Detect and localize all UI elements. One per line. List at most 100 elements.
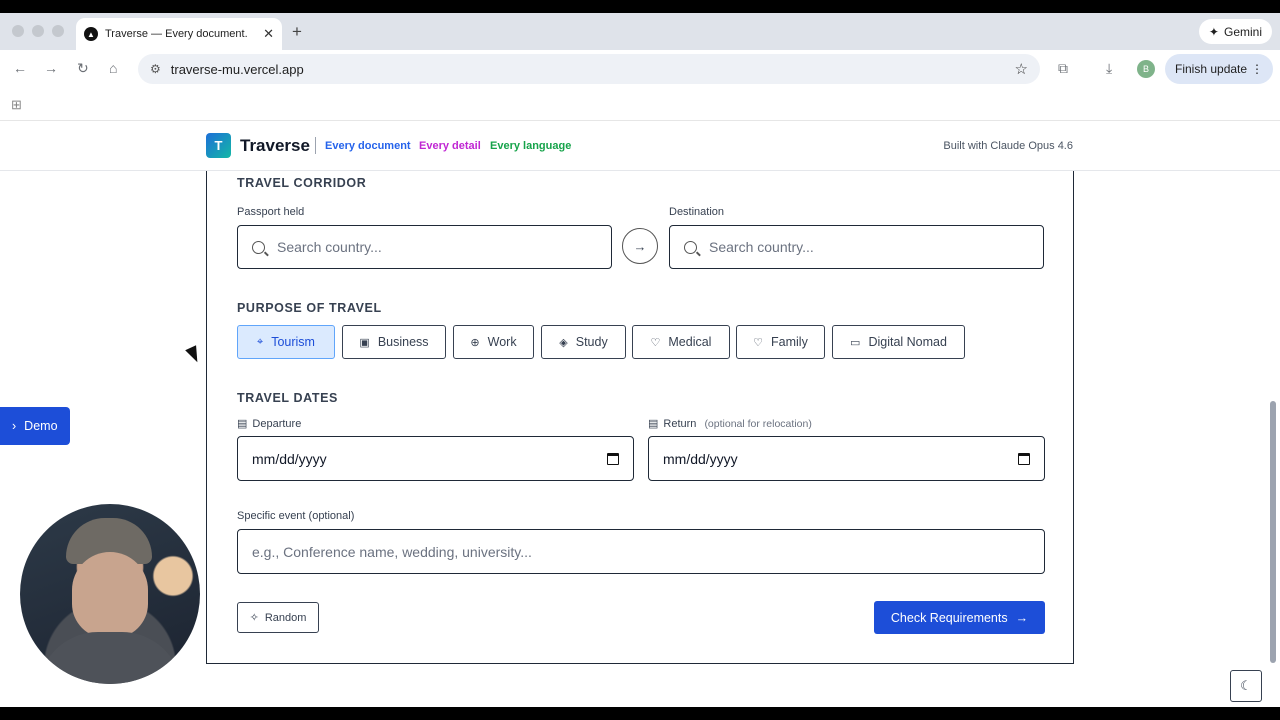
check-requirements-button[interactable]: Check Requirements → bbox=[874, 601, 1045, 634]
tagline-documents: Every document bbox=[325, 140, 411, 152]
event-input[interactable]: e.g., Conference name, wedding, universi… bbox=[237, 529, 1045, 574]
departure-label: ▤ Departure bbox=[237, 417, 302, 431]
laptop-icon: ▭ bbox=[850, 336, 861, 349]
check-requirements-label: Check Requirements bbox=[890, 610, 1008, 625]
tab-title: Traverse — Every document. bbox=[105, 28, 248, 40]
tagline-detail: Every detail bbox=[419, 140, 481, 152]
return-label: ▤ Return (optional for relocation) bbox=[648, 417, 812, 431]
chevron-right-icon: › bbox=[12, 419, 17, 433]
sparkles-icon: ✧ bbox=[249, 612, 259, 624]
calendar-picker-icon[interactable] bbox=[1018, 452, 1030, 465]
browser-window: ▲ Traverse — Every document. ✕ + ✦ Gemin… bbox=[0, 13, 1280, 707]
bookmark-star-icon[interactable]: ☆ bbox=[1015, 60, 1028, 78]
mouse-cursor-icon bbox=[185, 345, 203, 365]
address-bar[interactable]: ⚙ traverse-mu.vercel.app ☆ bbox=[138, 54, 1040, 84]
home-icon[interactable]: ⌂ bbox=[109, 60, 117, 76]
departure-label-text: Departure bbox=[252, 417, 302, 430]
logo[interactable]: T bbox=[206, 133, 231, 158]
url-text: traverse-mu.vercel.app bbox=[170, 61, 304, 77]
return-date-input[interactable]: mm/dd/yyyy bbox=[648, 436, 1045, 481]
arrow-right-icon: → bbox=[633, 238, 647, 254]
dark-mode-toggle[interactable]: ☾ bbox=[1230, 670, 1262, 702]
purpose-heading: PURPOSE OF TRAVEL bbox=[237, 301, 382, 315]
random-label: Random bbox=[264, 611, 307, 624]
back-icon[interactable]: ← bbox=[13, 60, 27, 76]
purpose-work-chip[interactable]: ⊕ Work bbox=[453, 325, 534, 359]
kebab-menu-icon[interactable]: ⋮ bbox=[1251, 62, 1263, 76]
sparkle-icon: ✦ bbox=[1208, 24, 1219, 39]
demo-button[interactable]: › Demo bbox=[0, 407, 70, 445]
browser-tab[interactable]: ▲ Traverse — Every document. ✕ bbox=[76, 18, 282, 50]
stethoscope-icon: ♡ bbox=[650, 336, 661, 349]
gemini-label: Gemini bbox=[1223, 24, 1262, 39]
lens-icon[interactable]: ⧉ bbox=[1058, 60, 1068, 77]
built-with-text: Built with Claude Opus 4.6 bbox=[943, 140, 1073, 152]
bookmarks-bar: ⊞ bbox=[0, 88, 1280, 121]
finish-update-label: Finish update bbox=[1175, 62, 1248, 76]
passport-label: Passport held bbox=[237, 206, 305, 218]
finish-update-button[interactable]: Finish update ⋮ bbox=[1165, 54, 1273, 84]
destination-label: Destination bbox=[669, 206, 725, 218]
chip-label: Digital Nomad bbox=[868, 335, 947, 349]
destination-placeholder: Search country... bbox=[709, 239, 814, 255]
random-button[interactable]: ✧ Random bbox=[237, 602, 319, 633]
arrow-right-icon: → bbox=[1015, 610, 1029, 625]
event-label: Specific event (optional) bbox=[237, 510, 355, 522]
purpose-family-chip[interactable]: ♡ Family bbox=[736, 325, 825, 359]
browser-toolbar: ← → ↻ ⌂ ⚙ traverse-mu.vercel.app ☆ ⧉ ⤓ B… bbox=[0, 50, 1280, 88]
return-date-value: mm/dd/yyyy bbox=[663, 450, 738, 467]
search-icon bbox=[252, 240, 265, 254]
chip-label: Tourism bbox=[271, 335, 315, 349]
passport-search-input[interactable]: Search country... bbox=[237, 225, 612, 269]
travel-form-card: TRAVEL CORRIDOR Passport held Search cou… bbox=[206, 171, 1074, 664]
chip-label: Business bbox=[377, 335, 429, 349]
scrollbar[interactable] bbox=[1270, 401, 1276, 663]
moon-icon: ☾ bbox=[1240, 678, 1252, 693]
departure-date-input[interactable]: mm/dd/yyyy bbox=[237, 436, 634, 481]
tagline-language: Every language bbox=[490, 140, 572, 152]
calendar-icon: ▤ bbox=[237, 418, 248, 430]
purpose-tourism-chip[interactable]: ⌖ Tourism bbox=[237, 325, 335, 359]
return-note: (optional for relocation) bbox=[704, 417, 812, 430]
heart-icon: ♡ bbox=[753, 336, 764, 349]
minimize-window-button[interactable] bbox=[32, 25, 44, 37]
demo-label: Demo bbox=[24, 419, 58, 433]
new-tab-icon[interactable]: + bbox=[292, 22, 302, 42]
graduation-cap-icon: ◈ bbox=[559, 336, 568, 349]
departure-date-value: mm/dd/yyyy bbox=[252, 450, 327, 467]
purpose-study-chip[interactable]: ◈ Study bbox=[541, 325, 626, 359]
chip-label: Medical bbox=[668, 335, 712, 349]
forward-icon[interactable]: → bbox=[44, 60, 58, 76]
brand-name[interactable]: Traverse bbox=[240, 136, 310, 156]
purpose-medical-chip[interactable]: ♡ Medical bbox=[632, 325, 730, 359]
travel-corridor-heading: TRAVEL CORRIDOR bbox=[237, 176, 367, 190]
site-info-icon[interactable]: ⚙ bbox=[150, 62, 161, 76]
favicon-icon: ▲ bbox=[84, 27, 98, 41]
close-tab-icon[interactable]: ✕ bbox=[263, 26, 274, 42]
swap-arrow-button[interactable]: → bbox=[622, 228, 658, 264]
return-label-text: Return bbox=[663, 417, 697, 430]
globe-icon: ⊕ bbox=[470, 336, 480, 349]
site-header: T Traverse Every document Every detail E… bbox=[0, 121, 1280, 171]
pin-icon: ⌖ bbox=[257, 335, 264, 348]
gemini-button[interactable]: ✦ Gemini bbox=[1198, 19, 1272, 44]
event-placeholder: e.g., Conference name, wedding, universi… bbox=[252, 543, 532, 560]
reload-icon[interactable]: ↻ bbox=[77, 60, 89, 77]
purpose-business-chip[interactable]: ▣ Business bbox=[342, 325, 446, 359]
purpose-digital-nomad-chip[interactable]: ▭ Digital Nomad bbox=[832, 325, 965, 359]
webcam-overlay bbox=[20, 504, 200, 684]
passport-placeholder: Search country... bbox=[277, 239, 382, 255]
calendar-icon: ▤ bbox=[648, 418, 659, 430]
profile-avatar[interactable]: B bbox=[1137, 60, 1155, 78]
briefcase-icon: ▣ bbox=[359, 336, 370, 349]
chip-label: Study bbox=[575, 335, 608, 349]
chip-label: Family bbox=[771, 335, 808, 349]
apps-grid-icon[interactable]: ⊞ bbox=[11, 97, 22, 113]
download-icon[interactable]: ⤓ bbox=[1106, 60, 1112, 77]
maximize-window-button[interactable] bbox=[52, 25, 64, 37]
destination-search-input[interactable]: Search country... bbox=[669, 225, 1044, 269]
tab-strip: ▲ Traverse — Every document. ✕ + ✦ Gemin… bbox=[0, 13, 1280, 50]
travel-dates-heading: TRAVEL DATES bbox=[237, 391, 338, 405]
close-window-button[interactable] bbox=[12, 25, 24, 37]
calendar-picker-icon[interactable] bbox=[607, 452, 619, 465]
